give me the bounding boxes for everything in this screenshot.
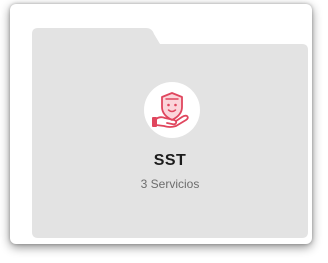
- folder-tile[interactable]: SST 3 Servicios: [32, 28, 308, 238]
- category-card[interactable]: SST 3 Servicios: [10, 4, 312, 244]
- card-title: SST: [153, 152, 187, 169]
- card-subtitle: 3 Servicios: [140, 177, 200, 191]
- shield-hand-icon: [152, 92, 189, 128]
- service-badge: [144, 82, 200, 138]
